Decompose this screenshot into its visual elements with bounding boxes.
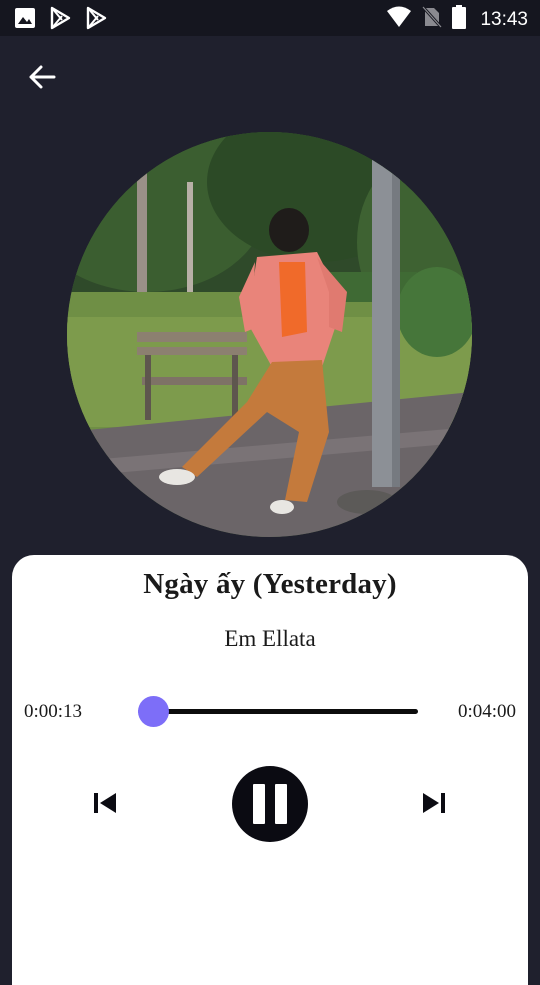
album-art-image	[67, 132, 472, 537]
elapsed-time: 0:00:13	[24, 701, 83, 722]
pause-icon	[248, 784, 292, 824]
status-notification-icons	[14, 6, 108, 35]
total-duration: 0:04:00	[457, 701, 516, 722]
player-card: Ngày ấy (Yesterday) Em Ellata 0:00:13 0:…	[12, 555, 528, 985]
status-bar: 13:43	[0, 0, 540, 36]
next-button[interactable]	[419, 790, 449, 820]
arrow-left-icon	[28, 64, 56, 95]
status-time: 13:43	[480, 8, 528, 30]
play-store-icon	[48, 6, 72, 35]
play-store-icon	[84, 6, 108, 35]
status-system-icons: 13:43	[386, 5, 528, 34]
skip-previous-icon	[92, 792, 118, 819]
seek-bar[interactable]	[138, 696, 418, 727]
app-bar	[0, 36, 540, 120]
song-title: Ngày ấy (Yesterday)	[143, 568, 397, 600]
back-button[interactable]	[22, 62, 62, 96]
previous-button[interactable]	[90, 790, 120, 820]
image-icon	[14, 7, 36, 34]
battery-icon	[452, 5, 467, 34]
skip-next-icon	[421, 792, 447, 819]
album-art	[67, 132, 472, 537]
artist-name: Em Ellata	[224, 626, 316, 651]
no-sim-icon	[422, 5, 443, 34]
wifi-icon	[386, 6, 412, 33]
pause-button[interactable]	[232, 766, 308, 842]
seek-thumb[interactable]	[138, 696, 170, 727]
